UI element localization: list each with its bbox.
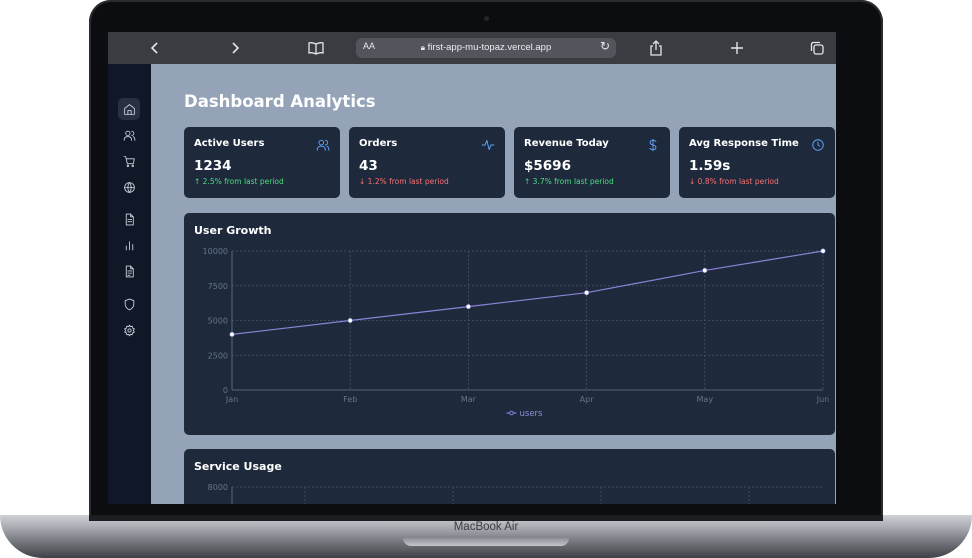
card-title: Avg Response Time bbox=[689, 138, 799, 149]
share-icon bbox=[650, 40, 662, 56]
y-tick-label: 2500 bbox=[208, 351, 228, 360]
browser-toolbar: AA 🔒︎ first-app-mu-topaz.vercel.app ↻ bbox=[108, 32, 836, 64]
plus-icon bbox=[731, 42, 743, 54]
lock-icon: 🔒︎ bbox=[420, 43, 426, 52]
card-change: ↑ 3.7% from last period bbox=[524, 177, 614, 186]
shield-icon bbox=[124, 298, 134, 310]
sidebar-item-home[interactable] bbox=[118, 98, 140, 120]
y-tick-label: 0 bbox=[223, 386, 228, 395]
forward-button[interactable] bbox=[230, 32, 240, 64]
sidebar-item-reports[interactable] bbox=[118, 260, 140, 282]
home-icon bbox=[123, 103, 135, 115]
sidebar-item-security[interactable] bbox=[118, 293, 140, 315]
data-point bbox=[702, 267, 708, 273]
main-content: Dashboard Analytics Active Users 1234 ↑ … bbox=[151, 64, 836, 504]
card-title: Active Users bbox=[194, 138, 265, 149]
sidebar bbox=[108, 64, 151, 504]
card-title: Orders bbox=[359, 138, 398, 149]
users-icon bbox=[123, 130, 135, 141]
clock-icon bbox=[811, 137, 825, 151]
card-change: ↓ 0.8% from last period bbox=[689, 177, 779, 186]
sidebar-item-orders[interactable] bbox=[118, 150, 140, 172]
user-growth-panel: User Growth 0 2500 5000 7500 10000 Jan Feb Mar A… bbox=[184, 213, 835, 435]
card-title: Revenue Today bbox=[524, 138, 609, 149]
series-line-users bbox=[231, 250, 824, 335]
page-title: Dashboard Analytics bbox=[184, 92, 376, 111]
sidebar-item-analytics[interactable] bbox=[118, 234, 140, 256]
x-tick-label: May bbox=[697, 395, 714, 404]
card-change: ↑ 2.5% from last period bbox=[194, 177, 284, 186]
chevron-left-icon bbox=[150, 42, 158, 54]
tabs-overview-button[interactable] bbox=[810, 32, 824, 64]
url-text: first-app-mu-topaz.vercel.app bbox=[427, 42, 552, 53]
data-point bbox=[347, 318, 353, 324]
back-button[interactable] bbox=[150, 32, 160, 64]
address-bar[interactable]: AA 🔒︎ first-app-mu-topaz.vercel.app ↻ bbox=[356, 38, 616, 58]
data-point bbox=[820, 248, 826, 254]
share-button[interactable] bbox=[649, 32, 663, 64]
x-tick-label: Feb bbox=[343, 395, 357, 404]
legend-label: users bbox=[520, 409, 544, 419]
camera-dot bbox=[484, 16, 489, 21]
card-change: ↓ 1.2% from last period bbox=[359, 177, 449, 186]
tabs-icon bbox=[810, 41, 824, 55]
bar-chart-icon bbox=[125, 240, 133, 250]
x-tick-label: Mar bbox=[461, 395, 477, 404]
data-point bbox=[584, 290, 590, 296]
y-tick-label: 8000 bbox=[208, 483, 228, 492]
card-value: 1234 bbox=[194, 158, 232, 174]
service-usage-panel: Service Usage 8000 bbox=[184, 449, 835, 504]
data-point bbox=[465, 304, 471, 310]
y-tick-label: 5000 bbox=[208, 317, 228, 326]
file-text-icon bbox=[125, 265, 134, 277]
y-tick-label: 10000 bbox=[203, 247, 228, 256]
dollar-icon bbox=[646, 137, 660, 152]
user-growth-chart: 0 2500 5000 7500 10000 Jan Feb Mar Apr May Jun user… bbox=[203, 247, 830, 419]
shopping-cart-icon bbox=[123, 155, 135, 167]
new-tab-button[interactable] bbox=[730, 32, 744, 64]
service-usage-chart: 8000 bbox=[208, 483, 823, 504]
sidebar-item-global[interactable] bbox=[118, 176, 140, 198]
document-icon bbox=[125, 213, 134, 225]
settings-icon bbox=[123, 324, 135, 336]
screen: AA 🔒︎ first-app-mu-topaz.vercel.app ↻ Da… bbox=[108, 32, 836, 504]
y-tick-label: 7500 bbox=[208, 282, 228, 291]
card-value: 1.59s bbox=[689, 158, 731, 174]
card-value: 43 bbox=[359, 158, 378, 174]
x-tick-label: Jan bbox=[225, 395, 238, 404]
reload-icon[interactable]: ↻ bbox=[600, 39, 610, 53]
data-point bbox=[229, 331, 235, 337]
book-icon bbox=[308, 42, 324, 55]
sidebar-item-settings[interactable] bbox=[118, 319, 140, 341]
bookmarks-button[interactable] bbox=[308, 32, 324, 64]
stat-card-orders: Orders 43 ↓ 1.2% from last period bbox=[349, 127, 505, 198]
sidebar-item-users[interactable] bbox=[118, 124, 140, 146]
card-value: $5696 bbox=[524, 158, 571, 174]
globe-icon bbox=[123, 181, 135, 193]
stat-card-active-users: Active Users 1234 ↑ 2.5% from last perio… bbox=[184, 127, 340, 198]
legend-marker bbox=[509, 410, 514, 416]
users-icon bbox=[316, 137, 330, 151]
activity-icon bbox=[481, 137, 495, 151]
url-display: 🔒︎ first-app-mu-topaz.vercel.app bbox=[356, 42, 616, 53]
sidebar-item-documents[interactable] bbox=[118, 208, 140, 230]
laptop-notch bbox=[403, 538, 569, 546]
stat-card-revenue-today: Revenue Today $5696 ↑ 3.7% from last per… bbox=[514, 127, 670, 198]
chevron-right-icon bbox=[232, 42, 240, 54]
x-tick-label: Apr bbox=[580, 395, 595, 404]
x-tick-label: Jun bbox=[816, 395, 830, 404]
device-label: MacBook Air bbox=[453, 521, 519, 533]
stat-card-avg-response-time: Avg Response Time 1.59s ↓ 0.8% from last… bbox=[679, 127, 835, 198]
